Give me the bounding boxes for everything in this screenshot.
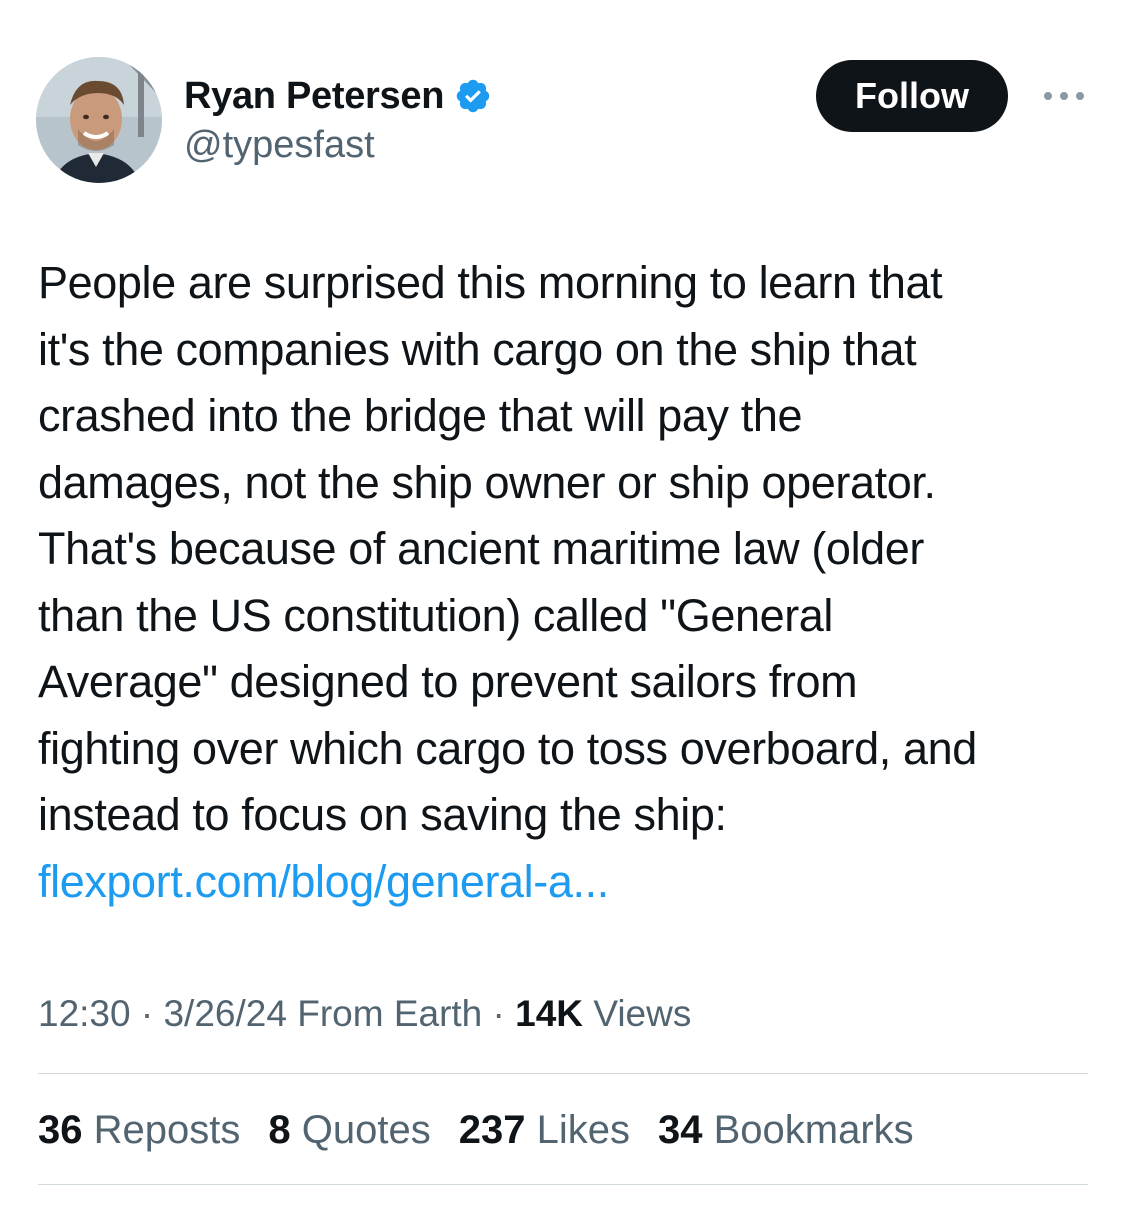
- author-avatar[interactable]: [36, 57, 162, 183]
- tweet-text-line: than the US constitution) called "Genera…: [38, 589, 834, 641]
- tweet-text-line: instead to focus on saving the ship:: [38, 789, 727, 840]
- profile-photo: [36, 57, 162, 183]
- tweet-date[interactable]: 3/26/24: [163, 993, 286, 1034]
- engagement-stats: 36 Reposts 8 Quotes 237 Likes 34 Bookmar…: [38, 1104, 942, 1156]
- meta-separator: ·: [482, 993, 516, 1034]
- tweet-meta: 12:30 · 3/26/24 From Earth · 14K Views: [38, 990, 691, 1038]
- tweet-text-line: That's because of ancient maritime law (…: [38, 523, 924, 574]
- tweet-text-line: Average" designed to prevent sailors fro…: [38, 656, 858, 707]
- tweet-text-line: damages, not the ship owner or ship oper…: [38, 456, 936, 508]
- tweet-text-line: crashed into the bridge that will pay th…: [38, 390, 803, 441]
- author-name-row[interactable]: Ryan Petersen: [184, 72, 492, 120]
- follow-button[interactable]: Follow: [816, 60, 1008, 132]
- likes-stat[interactable]: 237 Likes: [459, 1104, 630, 1156]
- quotes-stat[interactable]: 8 Quotes: [268, 1104, 430, 1156]
- tweet-text-line: it's the companies with cargo on the shi…: [38, 323, 917, 375]
- views-label: Views: [583, 993, 692, 1034]
- tweet-link[interactable]: flexport.com/blog/general-a...: [38, 856, 609, 907]
- views-count: 14K: [515, 993, 584, 1034]
- meta-separator: ·: [130, 993, 164, 1034]
- tweet-time[interactable]: 12:30: [38, 993, 131, 1034]
- tweet-source: From Earth: [286, 993, 483, 1034]
- reposts-stat[interactable]: 36 Reposts: [38, 1104, 240, 1156]
- tweet-text-line: fighting over which cargo to toss overbo…: [38, 722, 977, 774]
- tweet-text: People are surprised this morning to lea…: [38, 250, 1088, 915]
- verified-badge-icon[interactable]: [454, 77, 492, 115]
- bookmarks-stat[interactable]: 34 Bookmarks: [658, 1104, 914, 1156]
- tweet-text-line: People are surprised this morning to lea…: [38, 257, 943, 308]
- more-horizontal-icon[interactable]: [1040, 84, 1088, 108]
- divider: [38, 1073, 1088, 1074]
- author-display-name[interactable]: Ryan Petersen: [184, 72, 444, 120]
- author-handle[interactable]: @typesfast: [184, 122, 375, 168]
- divider: [38, 1184, 1088, 1185]
